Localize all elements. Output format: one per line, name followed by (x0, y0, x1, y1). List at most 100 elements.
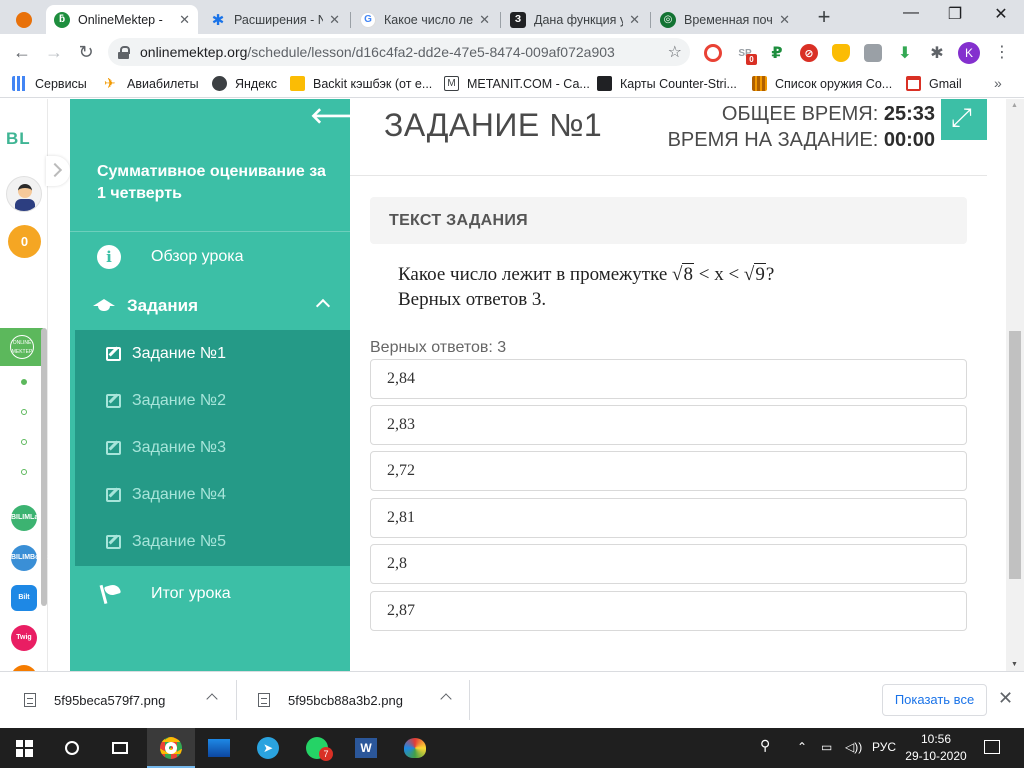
restore-icon[interactable]: ❐ (932, 4, 978, 24)
question-suffix: ? (765, 264, 775, 285)
metanit-icon: M (444, 76, 459, 91)
opera-ext-icon[interactable] (704, 44, 722, 62)
taskbar-paint[interactable] (391, 728, 439, 768)
bilimbook-icon[interactable]: BILIMBook (11, 545, 48, 571)
close-tab-icon[interactable]: ✕ (329, 12, 340, 28)
search-button[interactable] (48, 728, 96, 768)
tab-onlinemektep[interactable]: ƃ OnlineMektep - ✕ (46, 5, 198, 34)
chevron-up-icon[interactable]: ⌃ (797, 740, 807, 754)
answer-option[interactable]: 2,87 (370, 591, 967, 631)
people-icon[interactable]: ⚲ (760, 737, 770, 754)
answers-hint: Верных ответов: 3 (370, 339, 507, 356)
coins-badge[interactable]: 0 (8, 225, 41, 258)
network-icon[interactable]: ▭ (821, 740, 832, 754)
sidebar-item-result[interactable]: Итог урока (70, 569, 350, 619)
volume-icon[interactable]: ◁)) (845, 740, 862, 754)
puzzle-icon[interactable]: ✱ (928, 44, 946, 62)
download-item[interactable]: 5f95bcb88a3b2.png (258, 672, 458, 728)
minimize-icon[interactable]: — (888, 4, 934, 22)
answer-option[interactable]: 2,8 (370, 544, 967, 584)
tab-separator (350, 12, 351, 28)
reload-icon[interactable]: ↻ (74, 41, 98, 63)
rail-scroll-thumb[interactable] (41, 328, 47, 606)
scroll-thumb[interactable] (1009, 331, 1021, 579)
user-avatar[interactable] (6, 176, 42, 212)
rail-toggle-button[interactable] (46, 156, 70, 186)
notification-icon[interactable] (984, 740, 1000, 754)
tab-google[interactable]: G Какое число ле ✕ (352, 5, 498, 34)
bookmark-yandex[interactable]: Яндекс (212, 76, 277, 91)
taskbar-telegram[interactable]: ➤ (244, 728, 292, 768)
close-shelf-icon[interactable]: ✕ (998, 688, 1013, 709)
taskbar-chrome[interactable] (147, 728, 195, 768)
chevron-up-icon[interactable] (440, 693, 452, 705)
task-view-button[interactable] (96, 728, 144, 768)
sqrt-a: √8 (672, 263, 694, 285)
chevron-up-icon[interactable] (206, 693, 218, 705)
ruble-ext-icon[interactable]: ₽ (768, 44, 786, 62)
photo-ext-icon[interactable] (864, 44, 882, 62)
bookmark-weapons[interactable]: Список оружия Co... (752, 76, 892, 91)
close-tab-icon[interactable]: ✕ (179, 12, 190, 28)
more-bookmarks-icon[interactable]: » (994, 75, 1002, 91)
taskbar-photos[interactable] (195, 728, 243, 768)
bookmark-backit[interactable]: Backit кэшбэк (от е... (290, 76, 432, 91)
profile-avatar[interactable]: K (958, 42, 980, 64)
rail-nav-dot[interactable] (21, 409, 27, 415)
bookmark-star-icon[interactable]: ☆ (668, 42, 682, 62)
rail-nav-dot[interactable] (21, 469, 27, 475)
input-language[interactable]: РУС (872, 740, 896, 754)
address-bar[interactable]: onlinemektep.org/schedule/lesson/d16c4fa… (108, 38, 690, 66)
task-link-3[interactable]: Задание №3 (75, 424, 350, 471)
tab-extensions[interactable]: ✱ Расширения - N ✕ (202, 5, 348, 34)
tab-opera[interactable] (10, 5, 38, 34)
system-clock[interactable]: 10:56 29-10-2020 (896, 731, 976, 765)
task-link-1[interactable]: Задание №1 (75, 330, 350, 377)
start-button[interactable] (0, 728, 48, 768)
back-icon[interactable]: ← (10, 41, 34, 63)
rail-nav-dot[interactable] (21, 439, 27, 445)
bookmark-metanit[interactable]: M METANIT.COM - Са... (444, 76, 590, 91)
close-tab-icon[interactable]: ✕ (629, 12, 640, 28)
bookmark-avia[interactable]: ✈ Авиабилеты (104, 76, 199, 91)
avatar-head (18, 184, 32, 198)
bilt-icon[interactable]: Bilt (11, 585, 37, 611)
show-all-downloads-button[interactable]: Показать все (882, 684, 987, 716)
taskbar-word[interactable]: W (342, 728, 390, 768)
download-separator (469, 680, 470, 720)
bilim-logo[interactable]: BL (6, 129, 31, 149)
rail-nav-dot[interactable] (21, 379, 27, 385)
scroll-up-icon[interactable]: ▲ (1011, 102, 1018, 109)
bilimland-icon[interactable]: BILIMLand (11, 505, 47, 531)
shield-ext-icon[interactable] (832, 44, 850, 62)
bookmark-services[interactable]: Сервисы (12, 76, 87, 91)
menu-icon[interactable]: ⋮ (994, 42, 1010, 62)
close-tab-icon[interactable]: ✕ (779, 12, 790, 28)
task-link-5[interactable]: Задание №5 (75, 518, 350, 565)
task-link-4[interactable]: Задание №4 (75, 471, 350, 518)
page-scrollbar[interactable]: ▲ ▼ (1006, 99, 1024, 671)
download-item[interactable]: 5f95beca579f7.png (24, 672, 224, 728)
scroll-down-icon[interactable]: ▼ (1011, 661, 1018, 668)
close-window-icon[interactable]: ✕ (978, 4, 1024, 24)
answer-option[interactable]: 2,72 (370, 451, 967, 491)
taskbar-whatsapp[interactable]: 7 (293, 728, 341, 768)
new-tab-icon[interactable]: + (812, 6, 836, 30)
twig-icon[interactable]: Twig (11, 625, 37, 651)
download-ext-icon[interactable]: ⬇ (896, 44, 914, 62)
task-link-2[interactable]: Задание №2 (75, 377, 350, 424)
sidebar-item-tasks[interactable]: Задания (75, 282, 350, 330)
sidebar-item-overview[interactable]: i Обзор урока (70, 231, 350, 282)
onlinemektep-rail-button[interactable]: ONLINE MEKTEP (0, 328, 43, 366)
answer-option[interactable]: 2,81 (370, 498, 967, 538)
fullscreen-button[interactable] (941, 99, 987, 140)
tab-znanija[interactable]: З Дана функция у ✕ (502, 5, 648, 34)
cashback-ext-icon[interactable]: ⊘ (800, 44, 818, 62)
tab-temp-mail[interactable]: ◎ Временная поч ✕ (652, 5, 798, 34)
bookmark-gmail[interactable]: Gmail (906, 76, 962, 91)
close-tab-icon[interactable]: ✕ (479, 12, 490, 28)
forward-icon[interactable]: → (42, 41, 66, 63)
answer-option[interactable]: 2,83 (370, 405, 967, 445)
bookmark-cs-maps[interactable]: Карты Counter-Stri... (597, 76, 737, 91)
answer-option[interactable]: 2,84 (370, 359, 967, 399)
